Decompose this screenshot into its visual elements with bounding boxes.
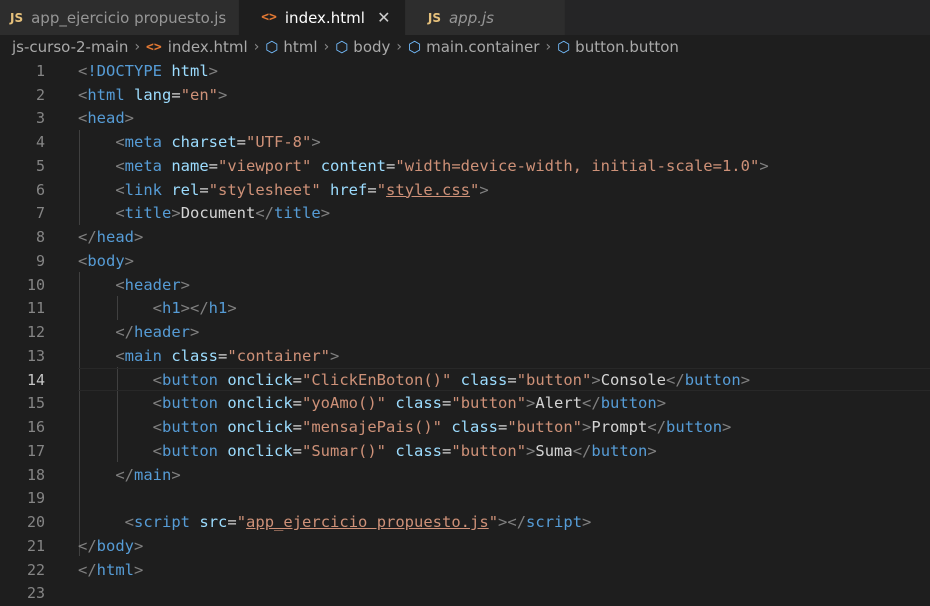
code-line: 11 <h1></h1> — [0, 297, 930, 321]
line-number: 6 — [35, 180, 45, 199]
line-number: 21 — [26, 536, 45, 555]
stylesheet-link[interactable]: style.css — [386, 181, 470, 199]
close-icon[interactable]: ✕ — [375, 8, 393, 27]
code-line: 3 <head> — [0, 107, 930, 131]
code-editor[interactable]: 1 <!DOCTYPE html> 2 <html lang="en"> 3 <… — [0, 59, 930, 606]
code-line: 22 </html> — [0, 558, 930, 582]
line-number: 13 — [26, 346, 45, 365]
tab-label: app_ejercicio propuesto.js — [31, 8, 227, 27]
code-line: 12 </header> — [0, 320, 930, 344]
code-text: <body> — [78, 251, 135, 270]
code-line: 7 <title>Document</title> — [0, 202, 930, 226]
code-line: 17 <button onclick="Sumar()" class="butt… — [0, 439, 930, 463]
code-line-current: 14 <button onclick="ClickEnBoton()" clas… — [0, 368, 930, 392]
code-line: 8 </head> — [0, 225, 930, 249]
line-number: 8 — [35, 228, 45, 247]
code-line: 9 <body> — [0, 249, 930, 273]
html-file-icon: <> — [261, 10, 277, 25]
code-line: 10 <header> — [0, 273, 930, 297]
chevron-right-icon: › — [545, 39, 552, 55]
chevron-right-icon: › — [253, 39, 260, 55]
code-text: <html lang="en"> — [78, 85, 228, 104]
line-number: 1 — [35, 61, 45, 80]
code-line: 21 </body> — [0, 534, 930, 558]
line-number: 16 — [26, 418, 45, 437]
code-text: <button onclick="yoAmo()" class="button"… — [152, 394, 667, 413]
line-number: 19 — [26, 489, 45, 508]
code-text: <button onclick="Sumar()" class="button"… — [152, 441, 657, 460]
code-line: 23 — [0, 582, 930, 606]
line-number: 23 — [26, 584, 45, 603]
line-number: 15 — [26, 394, 45, 413]
code-line: 16 <button onclick="mensajePais()" class… — [0, 415, 930, 439]
cube-icon: ⬡ — [265, 38, 279, 56]
code-line: 19 — [0, 487, 930, 511]
code-text: </header> — [115, 323, 200, 342]
cube-icon: ⬡ — [335, 38, 349, 56]
code-text: <link rel="stylesheet" href="style.css"> — [115, 180, 489, 199]
code-text: <head> — [78, 109, 135, 128]
line-number: 11 — [26, 299, 45, 318]
code-text: </body> — [78, 536, 144, 555]
tab-index-html[interactable]: <> index.html ✕ — [239, 0, 406, 35]
line-number: 7 — [35, 204, 45, 223]
tab-app-js[interactable]: JS app.js — [405, 0, 565, 35]
cube-icon: ⬡ — [557, 38, 571, 56]
code-text: <button onclick="mensajePais()" class="b… — [152, 418, 732, 437]
code-line: 5 <meta name="viewport" content="width=d… — [0, 154, 930, 178]
line-number: 9 — [35, 251, 45, 270]
code-text: <meta name="viewport" content="width=dev… — [115, 156, 769, 175]
code-text: <title>Document</title> — [115, 204, 331, 223]
javascript-file-icon: JS — [427, 10, 441, 25]
code-text: </head> — [78, 228, 144, 247]
breadcrumb-symbol-main[interactable]: ⬡ main.container — [408, 38, 539, 56]
breadcrumb-folder[interactable]: js-curso-2-main — [12, 38, 128, 56]
chevron-right-icon: › — [396, 39, 403, 55]
line-number: 22 — [26, 560, 45, 579]
line-number: 20 — [26, 513, 45, 532]
breadcrumb-symbol-body[interactable]: ⬡ body — [335, 38, 390, 56]
line-number: 5 — [35, 156, 45, 175]
javascript-file-icon: JS — [10, 10, 24, 25]
chevron-right-icon: › — [323, 39, 330, 55]
tab-app-ejercicio-propuesto-js[interactable]: JS app_ejercicio propuesto.js — [0, 0, 240, 35]
code-text: <meta charset="UTF-8"> — [115, 133, 321, 152]
code-line: 1 <!DOCTYPE html> — [0, 59, 930, 83]
line-number: 4 — [35, 133, 45, 152]
code-line: 6 <link rel="stylesheet" href="style.css… — [0, 178, 930, 202]
cube-icon: ⬡ — [408, 38, 422, 56]
chevron-right-icon: › — [134, 39, 141, 55]
code-text: <button onclick="ClickEnBoton()" class="… — [152, 370, 751, 389]
line-number: 18 — [26, 465, 45, 484]
tab-label: index.html — [284, 8, 365, 27]
line-number: 17 — [26, 441, 45, 460]
editor-tab-bar: JS app_ejercicio propuesto.js <> index.h… — [0, 0, 930, 35]
breadcrumb-symbol-html[interactable]: ⬡ html — [265, 38, 317, 56]
breadcrumb-symbol-button[interactable]: ⬡ button.button — [557, 38, 679, 56]
code-text: </main> — [115, 465, 181, 484]
code-text: <h1></h1> — [152, 299, 237, 318]
code-line: 13 <main class="container"> — [0, 344, 930, 368]
line-number: 10 — [26, 275, 45, 294]
code-text: <header> — [115, 275, 191, 294]
tab-label: app.js — [448, 8, 494, 27]
code-text: <main class="container"> — [115, 346, 340, 365]
code-text: </html> — [78, 560, 144, 579]
script-src-link[interactable]: app_ejercicio propuesto.js — [246, 513, 489, 531]
code-line: 4 <meta charset="UTF-8"> — [0, 130, 930, 154]
breadcrumb-file[interactable]: <> index.html — [146, 38, 248, 56]
code-line: 20 <script src="app_ejercicio propuesto.… — [0, 510, 930, 534]
breadcrumb: js-curso-2-main › <> index.html › ⬡ html ›… — [0, 35, 930, 59]
code-line: 15 <button onclick="yoAmo()" class="butt… — [0, 392, 930, 416]
code-text: <!DOCTYPE html> — [78, 61, 219, 80]
line-number: 12 — [26, 323, 45, 342]
line-number: 14 — [26, 370, 45, 389]
line-number: 2 — [35, 85, 45, 104]
code-text: <script src="app_ejercicio propuesto.js"… — [124, 513, 592, 532]
code-line: 2 <html lang="en"> — [0, 83, 930, 107]
line-number: 3 — [35, 109, 45, 128]
html-file-icon: <> — [146, 39, 162, 55]
code-line: 18 </main> — [0, 463, 930, 487]
